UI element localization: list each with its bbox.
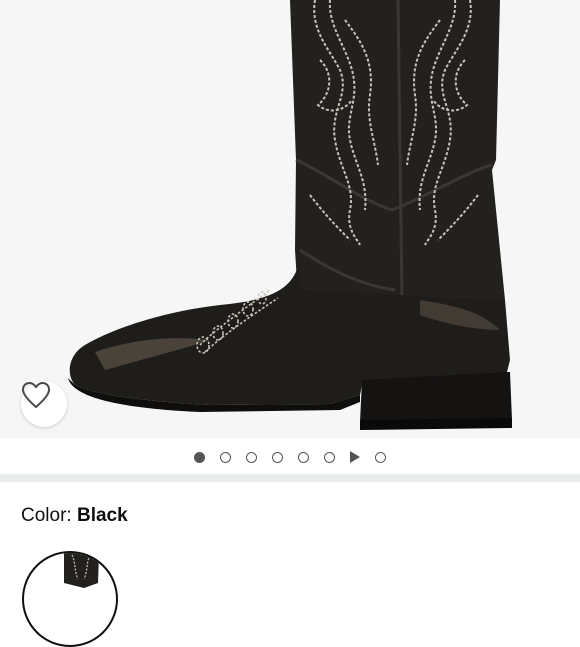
carousel-dot-4[interactable] <box>272 451 283 463</box>
carousel-dot-5[interactable] <box>298 451 309 463</box>
carousel-dot-6[interactable] <box>324 451 335 463</box>
carousel-video-play-icon[interactable] <box>350 451 360 463</box>
color-swatch-black[interactable] <box>22 551 118 647</box>
color-value: Black <box>76 505 128 526</box>
image-carousel-dots <box>0 440 580 474</box>
color-label: Color: <box>21 505 77 526</box>
carousel-dot-8[interactable] <box>375 451 386 463</box>
carousel-dot-2[interactable] <box>220 451 231 463</box>
color-selection-label: Color: Black <box>21 505 128 527</box>
section-divider <box>0 474 580 482</box>
carousel-dot-3[interactable] <box>246 451 257 463</box>
cowboy-boot-photo <box>68 0 512 430</box>
carousel-dot-1[interactable] <box>194 451 205 463</box>
heart-outline-icon <box>21 381 51 409</box>
product-image[interactable] <box>0 0 580 438</box>
boot-swatch-thumbnail <box>64 553 99 588</box>
wishlist-button[interactable] <box>21 381 67 427</box>
